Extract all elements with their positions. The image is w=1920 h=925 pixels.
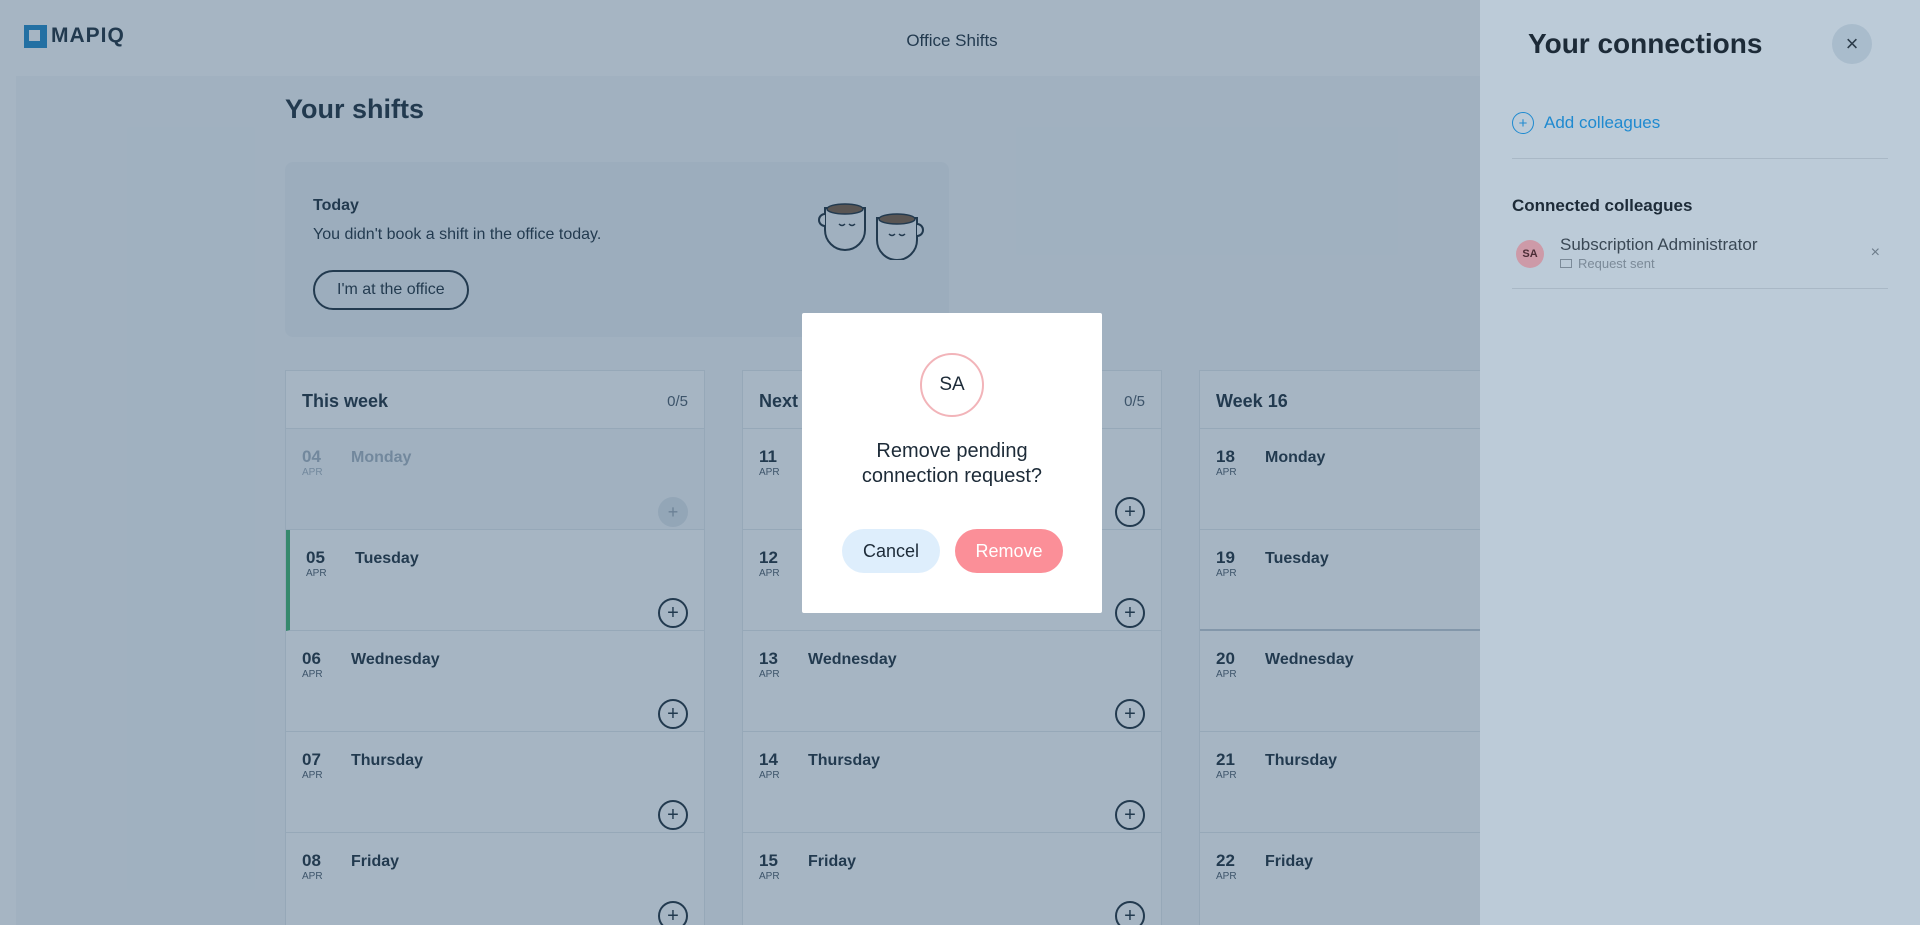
remove-button[interactable]: Remove bbox=[955, 529, 1063, 573]
dialog-title: Remove pending connection request? bbox=[802, 439, 1102, 489]
dialog-title-line-2: connection request? bbox=[861, 465, 1043, 487]
cancel-button[interactable]: Cancel bbox=[842, 529, 940, 573]
request-status-label: Request sent bbox=[1578, 256, 1655, 271]
connected-colleagues-heading: Connected colleagues bbox=[1512, 196, 1693, 215]
avatar: SA bbox=[920, 353, 984, 417]
colleague-name: Subscription Administrator bbox=[1560, 235, 1758, 254]
divider bbox=[1512, 158, 1888, 159]
request-status: Request sent bbox=[1560, 256, 1655, 271]
envelope-icon bbox=[1560, 259, 1572, 268]
avatar: SA bbox=[1516, 240, 1544, 268]
add-colleagues-link[interactable]: + Add colleagues bbox=[1512, 112, 1660, 134]
colleague-row: SA Subscription Administrator Request se… bbox=[1512, 232, 1888, 288]
panel-title: Your connections bbox=[1528, 28, 1763, 59]
remove-colleague-icon[interactable]: × bbox=[1871, 244, 1880, 262]
connections-panel: Your connections × + Add colleagues Conn… bbox=[1480, 0, 1920, 925]
divider bbox=[1512, 288, 1888, 289]
remove-request-dialog: SA Remove pending connection request? Ca… bbox=[802, 313, 1102, 613]
dialog-title-line-1: Remove pending bbox=[876, 440, 1028, 462]
close-icon[interactable]: × bbox=[1832, 24, 1872, 64]
add-colleagues-label: Add colleagues bbox=[1544, 113, 1661, 132]
plus-circle-icon: + bbox=[1512, 112, 1534, 134]
